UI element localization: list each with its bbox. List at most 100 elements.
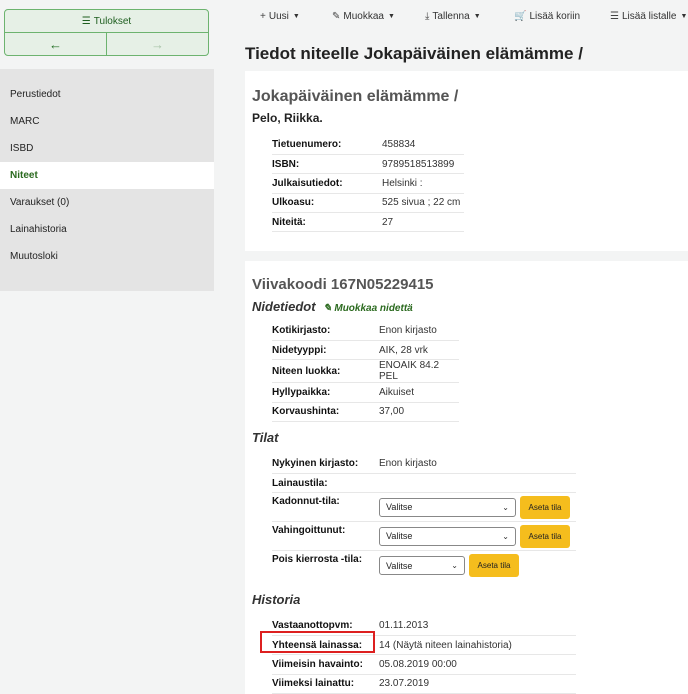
history-heading: Historia (252, 592, 301, 607)
save-button[interactable]: ⤓ Tallenna ▼ (425, 11, 481, 22)
field-label: Nykyinen kirjasto: (272, 454, 373, 474)
table-row: Nykyinen kirjasto: Enon kirjasto (272, 454, 576, 474)
field-value: 37,00 (373, 402, 459, 423)
sidebar-item-label: Lainahistoria (10, 224, 67, 235)
record-sidebar-menu: Perustiedot MARC ISBD Niteet Varaukset (… (0, 69, 214, 291)
set-withdrawn-status-button[interactable]: Aseta tila (469, 554, 519, 578)
damaged-status-control: Valitse ⌄ Aseta tila (373, 521, 576, 552)
cart-icon: 🛒 (514, 11, 527, 22)
sidebar-item-lainahistoria[interactable]: Lainahistoria (0, 216, 214, 243)
sidebar-item-label: Niteet (10, 170, 38, 181)
arrow-right-icon: → (151, 36, 164, 52)
previous-result-button[interactable]: ← (5, 33, 107, 55)
field-label: Tietuenumero: (272, 135, 376, 155)
field-value: 01.11.2013 (373, 616, 576, 636)
table-row: Julkaisutiedot: Helsinki : (272, 173, 464, 194)
sidebar-item-muutosloki[interactable]: Muutosloki (0, 243, 214, 270)
field-label: Kotikirjasto: (272, 321, 373, 341)
caret-down-icon: ▼ (387, 13, 395, 20)
statuses-heading: Tilat (252, 430, 279, 445)
field-value: 9789518513899 (376, 154, 464, 175)
loan-history-link[interactable]: 14 (Näytä niteen lainahistoria) (373, 635, 576, 656)
table-row: Kadonnut-tila: Valitse ⌄ Aseta tila (272, 492, 576, 523)
edit-label: Muokkaa (343, 11, 384, 22)
table-row: Niteitä: 27 (272, 212, 464, 233)
sidebar-item-isbd[interactable]: ISBD (0, 135, 214, 162)
table-row: Lainaustila: (272, 473, 576, 494)
field-label: ISBN: (272, 154, 376, 175)
highlight-box (260, 631, 375, 653)
table-row: Kotikirjasto: Enon kirjasto (272, 321, 459, 341)
table-row: Pois kierrosta -tila: Valitse ⌄ Aseta tila (272, 551, 576, 580)
set-lost-status-button[interactable]: Aseta tila (520, 495, 570, 519)
field-label: Korvaushinta: (272, 402, 373, 423)
sidebar-item-label: MARC (10, 116, 40, 127)
field-label: Pois kierrosta -tila: (272, 554, 363, 566)
next-result-button[interactable]: → (107, 33, 208, 55)
chevron-down-icon: ⌄ (451, 561, 458, 571)
withdrawn-status-control: Valitse ⌄ Aseta tila (373, 551, 576, 580)
chevron-down-icon: ⌄ (502, 502, 509, 512)
results-button[interactable]: ☰ Tulokset (5, 10, 208, 33)
barcode-heading: Viivakoodi 167N05229415 (252, 276, 434, 293)
edit-item-link[interactable]: ✎ Muokkaa nidettä (323, 303, 413, 314)
statuses-table: Nykyinen kirjasto: Enon kirjasto Lainaust… (272, 454, 576, 580)
caret-down-icon: ▼ (473, 13, 481, 20)
field-label: Julkaisutiedot: (272, 173, 376, 194)
sidebar-item-label: Perustiedot (10, 89, 61, 100)
add-to-cart-button[interactable]: 🛒 Lisää koriin (514, 11, 580, 22)
field-label: Nidetyyppi: (272, 340, 373, 361)
table-row: ISBN: 9789518513899 (272, 154, 464, 175)
edit-item-label: Muokkaa nidettä (334, 303, 413, 314)
record-panel: Jokapäiväinen elämämme / Pelo, Riikka. T… (245, 71, 688, 251)
field-label: Hyllypaikka: (272, 382, 373, 403)
withdrawn-status-select[interactable]: Valitse ⌄ (379, 556, 465, 576)
record-author: Pelo, Riikka. (252, 111, 323, 125)
field-label: Vahingoittunut: (272, 521, 373, 552)
pencil-icon: ✎ (332, 11, 341, 22)
sidebar-item-niteet[interactable]: Niteet (0, 162, 214, 189)
field-label: Lainaustila: (272, 473, 373, 494)
new-button[interactable]: + Uusi ▼ (260, 11, 300, 22)
new-label: Uusi (268, 11, 289, 22)
list-label: Lisää listalle (621, 11, 677, 22)
field-value: 27 (376, 212, 464, 233)
field-label: Viimeksi lainattu: (272, 674, 373, 694)
edit-button[interactable]: ✎ Muokkaa ▼ (332, 11, 395, 22)
results-label: Tulokset (93, 15, 132, 27)
toolbar: + Uusi ▼ ✎ Muokkaa ▼ ⤓ Tallenna ▼ 🛒 Lisä… (260, 9, 688, 27)
table-row: Niteen luokka: ENOAIK 84.2 PEL (272, 359, 459, 384)
select-value: Valitse (386, 531, 413, 542)
add-to-list-button[interactable]: ☰ Lisää listalle ▼ (610, 11, 687, 22)
table-row: Nidetyyppi: AIK, 28 vrk (272, 340, 459, 361)
field-value: AIK, 28 vrk (373, 340, 459, 361)
field-value: Aikuiset (373, 382, 459, 403)
set-damaged-status-button[interactable]: Aseta tila (520, 524, 570, 548)
results-navigation: ☰ Tulokset ← → (4, 9, 209, 56)
lost-status-control: Valitse ⌄ Aseta tila (373, 492, 576, 523)
lost-status-select[interactable]: Valitse ⌄ (379, 497, 516, 517)
caret-down-icon: ▼ (680, 13, 688, 20)
field-value: 458834 (376, 135, 464, 155)
item-details-label: Nidetiedot (252, 299, 316, 314)
item-fields-table: Kotikirjasto: Enon kirjasto Nidetyyppi: AI… (272, 321, 459, 423)
field-value: 525 sivua ; 22 cm (376, 193, 464, 214)
table-row: Vahingoittunut: Valitse ⌄ Aseta tila (272, 521, 576, 552)
sidebar-item-label: Varaukset (0) (10, 197, 70, 208)
save-label: Tallenna (432, 11, 470, 22)
history-table: Vastaanottopvm: 01.11.2013 Yhteensä laina… (272, 616, 576, 694)
field-label: Niteen luokka: (272, 359, 373, 384)
sidebar-item-varaukset[interactable]: Varaukset (0) (0, 189, 214, 216)
sidebar-item-perustiedot[interactable]: Perustiedot (0, 81, 214, 108)
table-row: Hyllypaikka: Aikuiset (272, 382, 459, 403)
field-value: Enon kirjasto (373, 454, 576, 474)
plus-icon: + (260, 11, 266, 22)
field-label: Ulkoasu: (272, 193, 376, 214)
damaged-status-select[interactable]: Valitse ⌄ (379, 526, 516, 546)
pencil-icon: ✎ (323, 303, 332, 314)
sidebar-item-marc[interactable]: MARC (0, 108, 214, 135)
table-row: Viimeksi lainattu: 23.07.2019 (272, 674, 576, 694)
caret-down-icon: ▼ (292, 13, 300, 20)
select-value: Valitse (386, 502, 413, 513)
table-row: Viimeisin havainto: 05.08.2019 00:00 (272, 654, 576, 675)
